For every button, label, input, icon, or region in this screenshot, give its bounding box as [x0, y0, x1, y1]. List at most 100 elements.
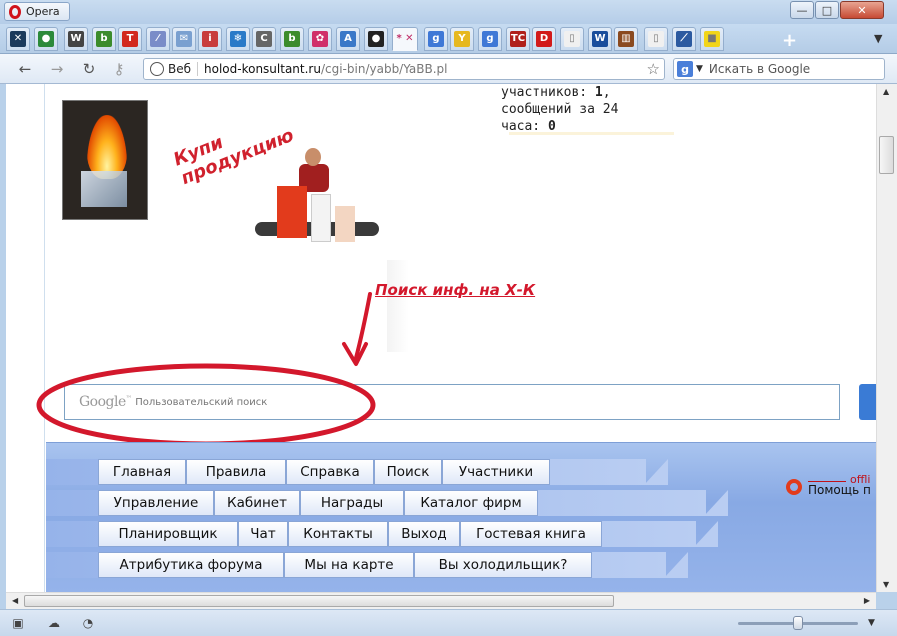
tab[interactable]: ●: [34, 27, 58, 51]
menu-button[interactable]: Выход: [388, 521, 460, 547]
tab-menu-button[interactable]: ▼: [874, 32, 882, 45]
address-bar[interactable]: Веб holod-konsultant.ru/cgi-bin/yabb/YaB…: [143, 58, 665, 80]
menu-button[interactable]: Поиск: [374, 459, 442, 485]
tab[interactable]: b: [280, 27, 304, 51]
tab[interactable]: b: [92, 27, 116, 51]
tab[interactable]: ✕: [6, 27, 30, 51]
tab[interactable]: g: [424, 27, 448, 51]
tab[interactable]: W: [588, 27, 612, 51]
tab[interactable]: ●: [364, 27, 388, 51]
menu-row-corner: [704, 490, 728, 516]
horizontal-scroll-thumb[interactable]: [24, 595, 614, 607]
menu-button[interactable]: Мы на карте: [284, 552, 414, 578]
vertical-scrollbar[interactable]: ▲ ▼: [876, 84, 897, 592]
menu-button[interactable]: Гостевая книга: [460, 521, 602, 547]
menu-button[interactable]: Атрибутика форума: [98, 552, 284, 578]
tab[interactable]: T: [118, 27, 142, 51]
menu-row-corner: [694, 521, 718, 547]
tab[interactable]: i: [198, 27, 222, 51]
vw-logo-icon: W: [592, 31, 608, 47]
d-logo-icon: D: [536, 31, 552, 47]
tab[interactable]: A: [336, 27, 360, 51]
forward-button[interactable]: →: [46, 59, 68, 79]
tab[interactable]: ✿: [308, 27, 332, 51]
close-window-button[interactable]: ✕: [840, 1, 884, 19]
tab[interactable]: C: [252, 27, 276, 51]
app-name: Opera: [26, 5, 60, 18]
menu-button[interactable]: Справка: [286, 459, 374, 485]
menu-button[interactable]: Управление: [98, 490, 214, 516]
menu-button[interactable]: Планировщик: [98, 521, 238, 547]
tab[interactable]: ⁄: [146, 27, 170, 51]
pink-gear-icon: ✿: [312, 31, 328, 47]
page-viewport: Купи продукцию участников: 1, сообщений …: [6, 84, 876, 592]
panel-toggle-icon[interactable]: ▣: [10, 616, 26, 630]
back-button[interactable]: ←: [14, 59, 36, 79]
google-icon: g: [428, 31, 444, 47]
mail-icon: ✉: [176, 31, 192, 47]
menu-button[interactable]: Награды: [300, 490, 404, 516]
x-shape-icon: ✕: [10, 31, 26, 47]
turbo-speed-icon[interactable]: ◔: [80, 616, 96, 630]
xk-search-link[interactable]: Поиск инф. на Х-К: [375, 281, 535, 299]
tab[interactable]: W: [64, 27, 88, 51]
menu-button[interactable]: Правила: [186, 459, 286, 485]
soccer-ball-icon: ●: [368, 31, 384, 47]
vertical-scroll-thumb[interactable]: [879, 136, 894, 174]
menu-button[interactable]: Главная: [98, 459, 186, 485]
menu-button[interactable]: Вы холодильщик?: [414, 552, 592, 578]
zoom-slider-thumb[interactable]: [793, 616, 803, 630]
tab[interactable]: Y: [450, 27, 474, 51]
menu-button[interactable]: Каталог фирм: [404, 490, 538, 516]
zoom-menu-icon[interactable]: ▼: [868, 618, 875, 628]
help-widget[interactable]: offli Помощь п: [786, 473, 876, 505]
scroll-up-icon[interactable]: ▲: [883, 87, 889, 96]
tab-bar: ✕ ● Wb T ⁄ ✉ i ❄ Cb ✿ A ● * ✕ g Yg TC D ▯ W ▥ ▯ ⟋ ■ + ▼: [0, 24, 897, 54]
tab[interactable]: D: [532, 27, 556, 51]
engine-dropdown-icon[interactable]: ▼: [696, 64, 703, 74]
man-head: [305, 148, 321, 166]
browser-search-placeholder: Искать в Google: [708, 62, 811, 76]
bookmark-star-icon[interactable]: ☆: [647, 60, 660, 78]
scroll-down-icon[interactable]: ▼: [883, 580, 889, 589]
flame-on-ice-image[interactable]: [62, 100, 148, 220]
browser-search-box[interactable]: g ▼ Искать в Google: [673, 58, 885, 80]
google-engine-icon[interactable]: g: [677, 61, 693, 77]
tab[interactable]: ▥: [614, 27, 638, 51]
horizontal-scrollbar[interactable]: ◀ ▶: [6, 592, 876, 609]
google-icon: g: [482, 31, 498, 47]
key-icon[interactable]: ⚷: [108, 59, 130, 79]
snowflake-icon: ❄: [230, 31, 246, 47]
promo-shopping-man-image[interactable]: [249, 134, 389, 244]
menu-button[interactable]: Кабинет: [214, 490, 300, 516]
help-label: Помощь п: [808, 483, 871, 497]
navigation-bar: ← → ↻ ⚷ Веб holod-konsultant.ru/cgi-bin/…: [0, 54, 897, 84]
tab[interactable]: ▯: [560, 27, 584, 51]
menu-button[interactable]: Чат: [238, 521, 288, 547]
opera-menu-button[interactable]: Opera: [4, 2, 70, 21]
red-square-icon: T: [122, 31, 138, 47]
tab[interactable]: ■: [700, 27, 724, 51]
maximize-button[interactable]: □: [815, 1, 839, 19]
tab[interactable]: g: [478, 27, 502, 51]
title-bar: Opera — □ ✕: [0, 0, 897, 24]
blank-page-icon: ▯: [648, 31, 664, 47]
tab-current[interactable]: * ✕: [392, 27, 418, 51]
new-tab-button[interactable]: +: [782, 30, 797, 51]
minimize-button[interactable]: —: [790, 1, 814, 19]
menu-button[interactable]: Контакты: [288, 521, 388, 547]
blank-page-icon: ▯: [564, 31, 580, 47]
tab[interactable]: ⟋: [672, 27, 696, 51]
tab[interactable]: ✉: [172, 27, 196, 51]
custom-search-button[interactable]: [859, 384, 876, 420]
scroll-left-icon[interactable]: ◀: [12, 596, 18, 605]
tab[interactable]: ❄: [226, 27, 250, 51]
url-host: holod-konsultant.ru: [204, 62, 321, 76]
tab[interactable]: ▯: [644, 27, 668, 51]
tab[interactable]: TC: [506, 27, 530, 51]
scroll-right-icon[interactable]: ▶: [864, 596, 870, 605]
menu-row-corner: [664, 552, 688, 578]
reload-button[interactable]: ↻: [78, 59, 100, 79]
opera-unite-cloud-icon[interactable]: ☁: [46, 616, 62, 630]
menu-button[interactable]: Участники: [442, 459, 550, 485]
